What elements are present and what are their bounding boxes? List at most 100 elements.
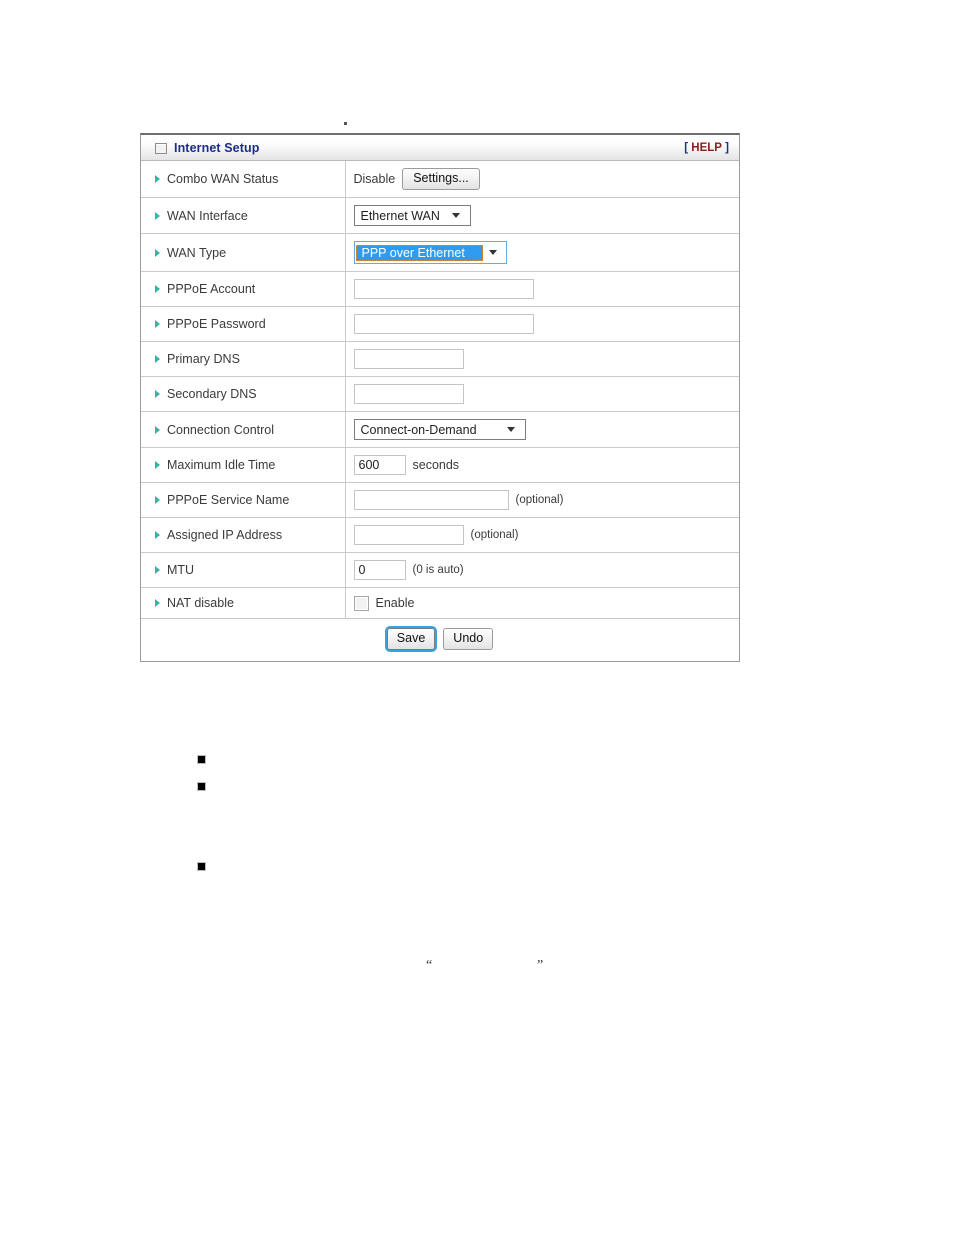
maximum-idle-time-input[interactable] [353, 455, 406, 475]
pppoe-password-input[interactable] [353, 314, 534, 334]
actions-cell: Save Undo [141, 619, 739, 662]
label-combo-wan-status: Combo WAN Status [167, 172, 279, 186]
label-cell-pppoe-account: PPPoE Account [141, 271, 346, 307]
row-pppoe-account: PPPoE Account [141, 271, 739, 307]
label-wan-interface: WAN Interface [167, 208, 248, 223]
chevron-down-icon [488, 250, 497, 255]
label-mtu: MTU [167, 563, 195, 577]
label-nat-disable: NAT disable [167, 596, 234, 610]
value-cell-primary-dns [345, 342, 739, 377]
combo-wan-settings-button[interactable]: Settings... [402, 168, 480, 190]
quote-close-mark: ” [537, 958, 544, 973]
value-cell-mtu: (0 is auto) [345, 553, 739, 588]
value-cell-pppoe-account [345, 272, 739, 307]
help-label: HELP [691, 141, 722, 154]
save-button[interactable]: Save [384, 626, 438, 652]
label-cell-nat-disable: NAT disable [141, 587, 346, 619]
assigned-ip-address-input[interactable] [353, 525, 464, 545]
arrow-right-icon [155, 320, 160, 328]
label-cell-pppoe-service-name: PPPoE Service Name [141, 482, 346, 518]
row-nat-disable: NAT disable Enable [141, 587, 739, 619]
label-cell-wan-type: WAN Type [141, 233, 346, 272]
wan-type-selected-value: PPP over Ethernet [355, 244, 483, 261]
value-cell-connection-control: Connect-on-Demand [345, 412, 739, 448]
row-wan-interface: WAN Interface Ethernet WAN [141, 197, 739, 234]
arrow-right-icon [155, 566, 160, 574]
arrow-right-icon [155, 599, 160, 607]
value-cell-wan-type: PPP over Ethernet [345, 234, 739, 272]
row-mtu: MTU (0 is auto) [141, 552, 739, 588]
undo-button[interactable]: Undo [443, 628, 494, 650]
row-maximum-idle-time: Maximum Idle Time seconds [141, 447, 739, 483]
label-primary-dns: Primary DNS [167, 352, 240, 366]
assigned-ip-address-hint: (optional) [470, 529, 519, 541]
pppoe-service-name-hint: (optional) [515, 494, 564, 506]
row-combo-wan-status: Combo WAN Status Disable Settings... [141, 161, 739, 198]
arrow-right-icon [155, 248, 160, 257]
connection-control-select[interactable]: Connect-on-Demand [353, 419, 526, 440]
maximum-idle-time-unit: seconds [412, 458, 460, 472]
label-cell-connection-control: Connection Control [141, 411, 346, 448]
value-cell-wan-interface: Ethernet WAN [345, 198, 739, 234]
nat-disable-checkbox[interactable] [353, 595, 369, 611]
wan-interface-selected-value: Ethernet WAN [360, 208, 440, 223]
label-cell-wan-interface: WAN Interface [141, 197, 346, 234]
square-bullet-icon [197, 755, 206, 764]
label-pppoe-service-name: PPPoE Service Name [167, 493, 290, 507]
arrow-right-icon [155, 175, 160, 183]
help-bracket-open: [ [684, 141, 689, 154]
value-cell-combo-wan-status: Disable Settings... [345, 161, 739, 198]
value-cell-pppoe-service-name: (optional) [345, 483, 739, 518]
arrow-right-icon [155, 355, 160, 363]
mtu-hint: (0 is auto) [412, 564, 464, 576]
value-cell-nat-disable: Enable [345, 588, 739, 619]
label-cell-maximum-idle-time: Maximum Idle Time [141, 447, 346, 483]
wan-type-select[interactable]: PPP over Ethernet [353, 241, 507, 264]
value-cell-pppoe-password [345, 307, 739, 342]
arrow-right-icon [155, 285, 160, 293]
square-bullet-icon [197, 782, 206, 791]
mtu-input[interactable] [353, 560, 406, 580]
arrow-right-icon [155, 390, 160, 398]
nat-disable-checkbox-label: Enable [375, 596, 415, 610]
arrow-right-icon [155, 425, 160, 434]
row-actions: Save Undo [141, 619, 739, 662]
row-secondary-dns: Secondary DNS [141, 376, 739, 412]
label-cell-mtu: MTU [141, 552, 346, 588]
chevron-down-icon [506, 427, 515, 432]
window-square-icon [155, 143, 167, 154]
page-tick-mark [344, 122, 347, 125]
label-secondary-dns: Secondary DNS [167, 387, 257, 401]
row-wan-type: WAN Type PPP over Ethernet [141, 233, 739, 272]
pppoe-account-input[interactable] [353, 279, 534, 299]
secondary-dns-input[interactable] [353, 384, 464, 404]
primary-dns-input[interactable] [353, 349, 464, 369]
internet-setup-panel: Internet Setup [ HELP ] Combo WAN Status… [140, 133, 740, 662]
quote-open-mark: “ [426, 958, 433, 973]
arrow-right-icon [155, 531, 160, 539]
label-maximum-idle-time: Maximum Idle Time [167, 458, 276, 472]
label-connection-control: Connection Control [167, 422, 275, 437]
label-cell-combo-wan-status: Combo WAN Status [141, 161, 346, 198]
label-cell-secondary-dns: Secondary DNS [141, 376, 346, 412]
label-cell-assigned-ip-address: Assigned IP Address [141, 517, 346, 553]
help-link[interactable]: [ HELP ] [684, 142, 729, 154]
value-cell-secondary-dns [345, 377, 739, 412]
row-primary-dns: Primary DNS [141, 341, 739, 377]
wan-interface-select[interactable]: Ethernet WAN [353, 205, 471, 226]
connection-control-selected-value: Connect-on-Demand [360, 422, 477, 437]
row-connection-control: Connection Control Connect-on-Demand [141, 411, 739, 448]
chevron-down-icon [451, 213, 460, 218]
help-bracket-close: ] [725, 141, 729, 154]
square-bullet-icon [197, 862, 206, 871]
page-title: Internet Setup [174, 140, 260, 155]
label-cell-primary-dns: Primary DNS [141, 341, 346, 377]
label-assigned-ip-address: Assigned IP Address [167, 528, 283, 542]
row-pppoe-password: PPPoE Password [141, 306, 739, 342]
value-cell-assigned-ip-address: (optional) [345, 518, 739, 553]
label-pppoe-password: PPPoE Password [167, 317, 266, 331]
arrow-right-icon [155, 461, 160, 469]
arrow-right-icon [155, 496, 160, 504]
combo-wan-status-value: Disable [353, 172, 396, 186]
pppoe-service-name-input[interactable] [353, 490, 509, 510]
